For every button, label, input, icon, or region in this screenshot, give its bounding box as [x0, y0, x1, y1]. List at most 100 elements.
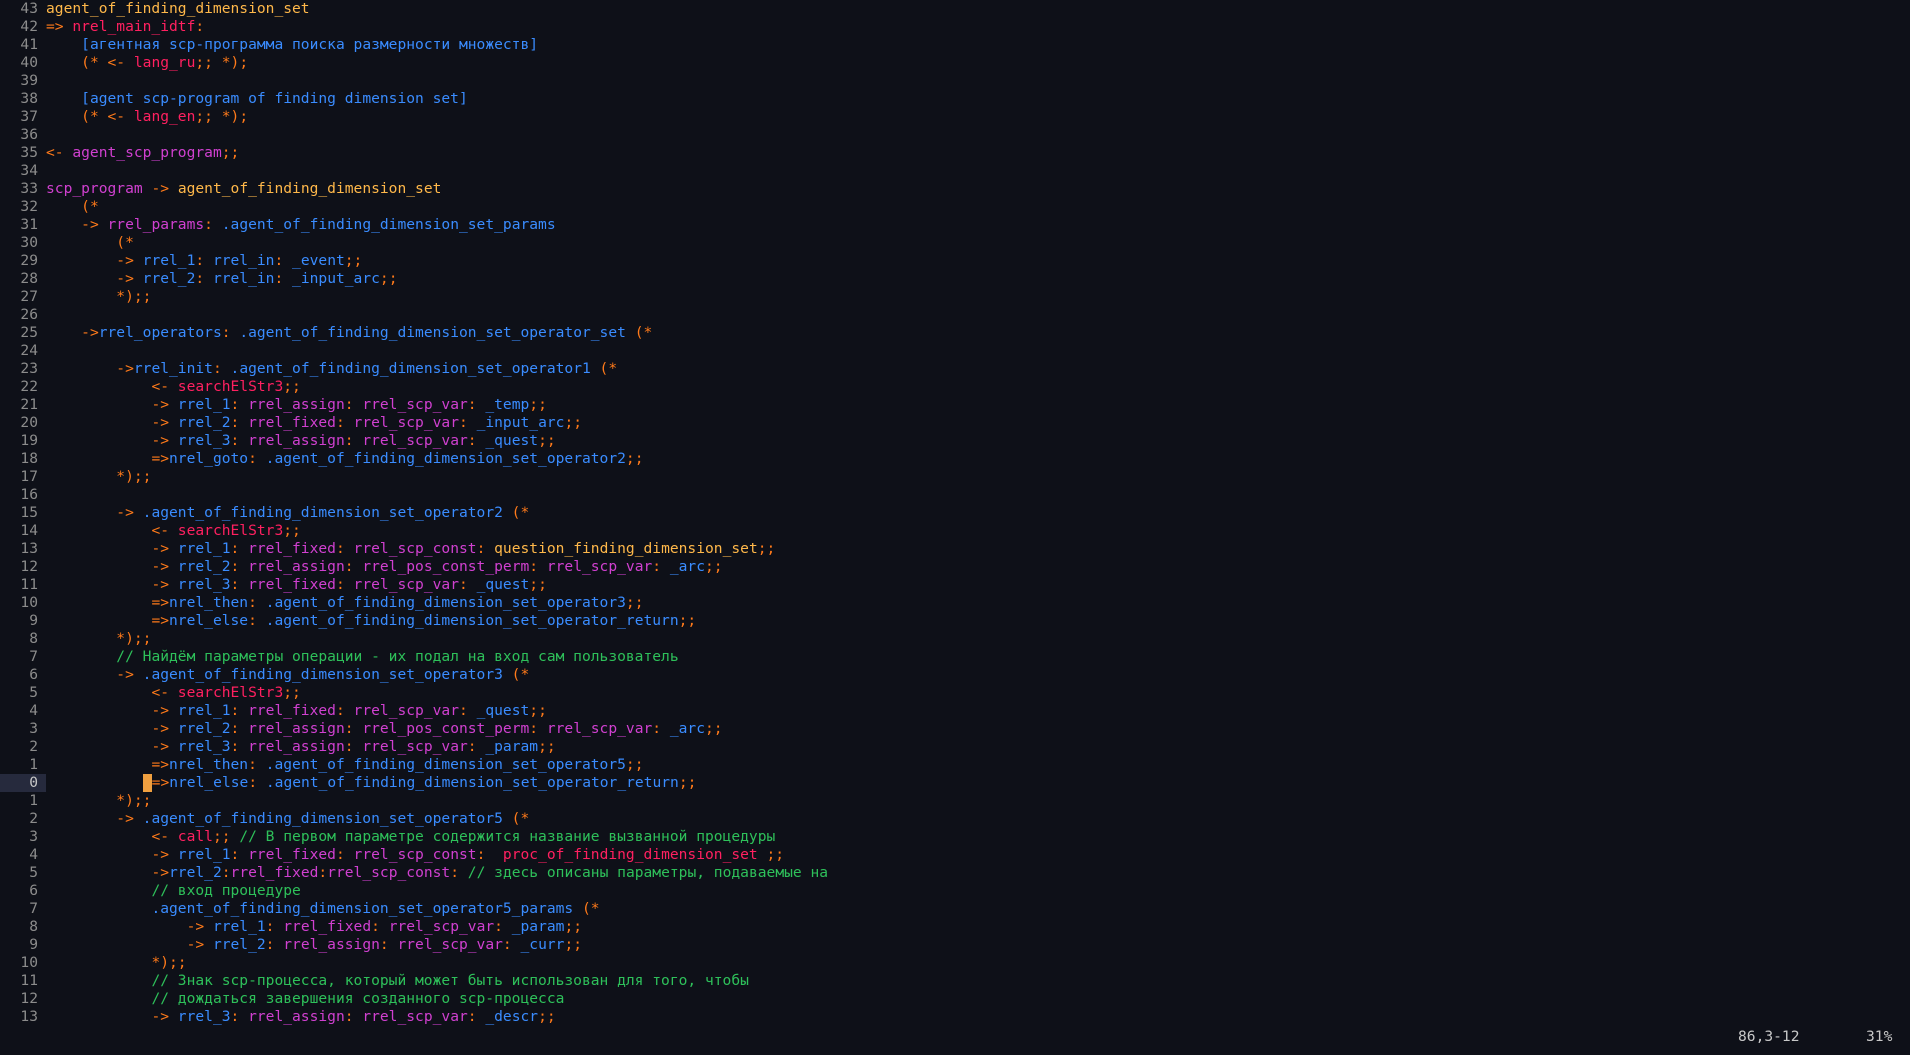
code-line[interactable]: 1 =>nrel_then: .agent_of_finding_dimensi…	[0, 756, 1910, 774]
code-line[interactable]: 5 <- searchElStr3;;	[0, 684, 1910, 702]
code-line[interactable]: 32 (*	[0, 198, 1910, 216]
code-line[interactable]: 36	[0, 126, 1910, 144]
code-line[interactable]: 9 =>nrel_else: .agent_of_finding_dimensi…	[0, 612, 1910, 630]
code-line[interactable]: 30 (*	[0, 234, 1910, 252]
code-token: rrel_in	[212, 252, 275, 269]
code-line[interactable]: 11 // Знак scp-процесса, который может б…	[0, 972, 1910, 990]
code-line[interactable]: 13 -> rrel_1: rrel_fixed: rrel_scp_const…	[0, 540, 1910, 558]
code-line[interactable]: 6 // вход процедуре	[0, 882, 1910, 900]
line-number: 11	[20, 576, 38, 593]
code-text: => nrel_main_idtf:	[46, 18, 204, 35]
code-token: rrel_3	[177, 738, 231, 755]
code-line[interactable]: 27 *);;	[0, 288, 1910, 306]
code-text: -> rrel_1: rrel_fixed: rrel_scp_var: _qu…	[46, 702, 546, 719]
code-line[interactable]: 11 -> rrel_3: rrel_fixed: rrel_scp_var: …	[0, 576, 1910, 594]
code-line[interactable]: 2 -> .agent_of_finding_dimension_set_ope…	[0, 810, 1910, 828]
code-line[interactable]: 31 -> rrel_params: .agent_of_finding_dim…	[0, 216, 1910, 234]
code-line[interactable]: 38 [agent scp-program of finding dimensi…	[0, 90, 1910, 108]
line-number: 30	[20, 234, 38, 251]
code-line[interactable]: 39	[0, 72, 1910, 90]
code-line[interactable]: 19 -> rrel_3: rrel_assign: rrel_scp_var:…	[0, 432, 1910, 450]
code-line[interactable]: 9 -> rrel_2: rrel_assign: rrel_scp_var: …	[0, 936, 1910, 954]
code-line[interactable]: 29 -> rrel_1: rrel_in: _event;;	[0, 252, 1910, 270]
code-line[interactable]: 8 *);;	[0, 630, 1910, 648]
code-token: :	[467, 432, 486, 449]
code-line[interactable]: 23 ->rrel_init: .agent_of_finding_dimens…	[0, 360, 1910, 378]
code-text: [агентная scp-программа поиска размернос…	[46, 36, 538, 53]
code-text: [agent scp-program of finding dimension …	[46, 90, 468, 107]
code-line[interactable]: 4 -> rrel_1: rrel_fixed: rrel_scp_const:…	[0, 846, 1910, 864]
code-line[interactable]: 24	[0, 342, 1910, 360]
code-line[interactable]: 10 =>nrel_then: .agent_of_finding_dimens…	[0, 594, 1910, 612]
code-line[interactable]: 40 (* <- lang_ru;; *);	[0, 54, 1910, 72]
code-line[interactable]: 33 scp_program -> agent_of_finding_dimens…	[0, 180, 1910, 198]
code-token: :	[502, 936, 521, 953]
code-line[interactable]: 26	[0, 306, 1910, 324]
code-line[interactable]: 12 // дождаться завершения созданного sc…	[0, 990, 1910, 1008]
code-line[interactable]: 12 -> rrel_2: rrel_assign: rrel_pos_cons…	[0, 558, 1910, 576]
code-line[interactable]: 3 -> rrel_2: rrel_assign: rrel_pos_const…	[0, 720, 1910, 738]
code-line[interactable]: 37 (* <- lang_en;; *);	[0, 108, 1910, 126]
code-token: =>	[151, 594, 170, 611]
code-token: :	[467, 738, 486, 755]
code-line[interactable]: 35 <- agent_scp_program;;	[0, 144, 1910, 162]
code-token: rrel_2	[142, 270, 196, 287]
code-text: -> rrel_1: rrel_fixed: rrel_scp_const: p…	[46, 846, 784, 863]
code-token: rrel_scp_var	[397, 936, 503, 953]
code-line[interactable]: 17 *);;	[0, 468, 1910, 486]
code-line[interactable]: 28 -> rrel_2: rrel_in: _input_arc;;	[0, 270, 1910, 288]
code-line[interactable]: 25 ->rrel_operators: .agent_of_finding_d…	[0, 324, 1910, 342]
code-line[interactable]: 7 // Найдём параметры операции - их пода…	[0, 648, 1910, 666]
code-line[interactable]: 14 <- searchElStr3;;	[0, 522, 1910, 540]
code-line[interactable]: 21 -> rrel_1: rrel_assign: rrel_scp_var:…	[0, 396, 1910, 414]
code-line[interactable]: 18 =>nrel_goto: .agent_of_finding_dimens…	[0, 450, 1910, 468]
code-text: scp_program -> agent_of_finding_dimensio…	[46, 180, 441, 197]
code-line[interactable]: 22 <- searchElStr3;;	[0, 378, 1910, 396]
code-token: rrel_2	[212, 936, 266, 953]
code-line[interactable]: 3 <- call;; // В первом параметре содерж…	[0, 828, 1910, 846]
code-token: (*	[573, 900, 600, 917]
code-line[interactable]: 43 agent_of_finding_dimension_set	[0, 0, 1910, 18]
code-token: :	[248, 612, 266, 629]
code-token: nrel_main_idtf	[72, 18, 196, 35]
code-line[interactable]: 8 -> rrel_1: rrel_fixed: rrel_scp_var: _…	[0, 918, 1910, 936]
code-token: .agent_of_finding_dimension_set_operator…	[265, 450, 626, 467]
code-line[interactable]: 0 =>nrel_else: .agent_of_finding_dimensi…	[0, 774, 1910, 792]
code-text: -> .agent_of_finding_dimension_set_opera…	[46, 666, 529, 683]
vim-editor-buffer[interactable]: 43 agent_of_finding_dimension_set 42 => nre…	[0, 0, 1910, 1028]
code-token: searchElStr3	[177, 378, 284, 395]
code-token: ;;	[379, 270, 398, 287]
code-token: ;;	[344, 252, 363, 269]
code-line[interactable]: 34	[0, 162, 1910, 180]
line-number: 35	[20, 144, 38, 161]
code-line[interactable]: 16	[0, 486, 1910, 504]
code-token: [агентная scp-программа поиска размернос…	[81, 36, 539, 53]
code-text: // Найдём параметры операции - их подал …	[46, 648, 678, 665]
code-line[interactable]: 6 -> .agent_of_finding_dimension_set_ope…	[0, 666, 1910, 684]
code-line[interactable]: 42 => nrel_main_idtf:	[0, 18, 1910, 36]
line-number: 34	[20, 162, 38, 179]
code-token: :	[458, 576, 477, 593]
code-token: :	[248, 450, 266, 467]
code-text: =>nrel_goto: .agent_of_finding_dimension…	[46, 450, 643, 467]
code-token: ->	[116, 252, 143, 269]
code-line[interactable]: 5 ->rrel_2:rrel_fixed:rrel_scp_const: //…	[0, 864, 1910, 882]
line-number: 19	[20, 432, 38, 449]
code-line[interactable]: 4 -> rrel_1: rrel_fixed: rrel_scp_var: _…	[0, 702, 1910, 720]
code-line[interactable]: 10 *);;	[0, 954, 1910, 972]
line-number: 11	[20, 972, 38, 989]
code-line[interactable]: 7 .agent_of_finding_dimension_set_operat…	[0, 900, 1910, 918]
code-text: <- searchElStr3;;	[46, 378, 300, 395]
code-line[interactable]: 2 -> rrel_3: rrel_assign: rrel_scp_var: …	[0, 738, 1910, 756]
code-line[interactable]: 20 -> rrel_2: rrel_fixed: rrel_scp_var: …	[0, 414, 1910, 432]
code-line[interactable]: 15 -> .agent_of_finding_dimension_set_op…	[0, 504, 1910, 522]
code-line[interactable]: 13 -> rrel_3: rrel_assign: rrel_scp_var:…	[0, 1008, 1910, 1026]
code-token: rrel_fixed	[248, 846, 336, 863]
code-line[interactable]: 1 *);;	[0, 792, 1910, 810]
code-line[interactable]: 41 [агентная scp-программа поиска размер…	[0, 36, 1910, 54]
code-token: .agent_of_finding_dimension_set_operator…	[239, 324, 626, 341]
